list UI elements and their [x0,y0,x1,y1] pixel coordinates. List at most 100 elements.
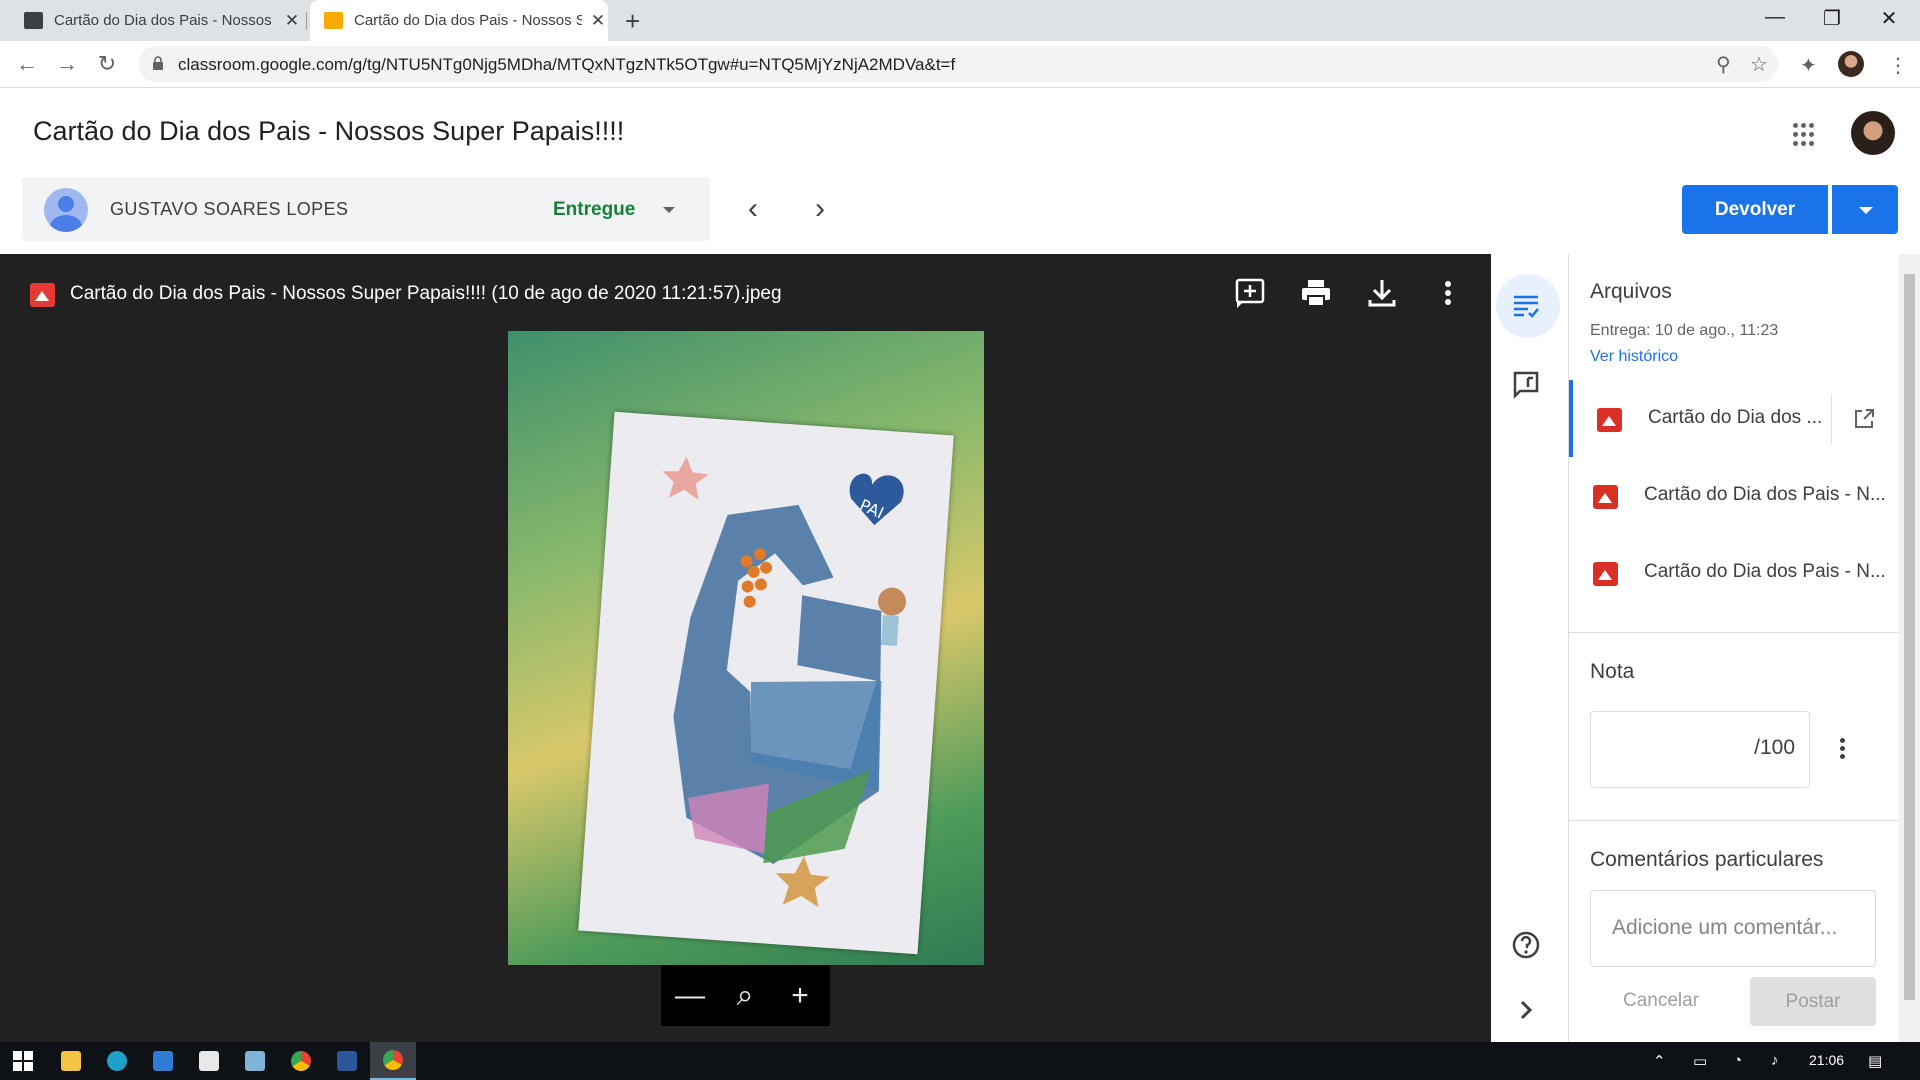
maximize-button[interactable]: ❐ [1809,6,1855,31]
reload-icon[interactable]: ↻ [92,51,122,77]
taskbar-clock[interactable]: 21:06 [1809,1052,1844,1068]
windows-start-icon[interactable] [0,1042,46,1080]
file-viewer: Cartão do Dia dos Pais - Nossos Super Pa… [0,254,1491,1042]
volume-icon[interactable]: ♪ [1771,1052,1779,1069]
zoom-out-icon[interactable]: — [670,979,710,1013]
submission-panel: Arquivos Entrega: 10 de ago., 11:23 Ver … [1569,254,1899,1042]
submitted-timestamp: Entrega: 10 de ago., 11:23 [1590,322,1779,339]
image-file-icon [1597,408,1622,432]
previous-student-button[interactable]: ‹ [738,192,768,226]
file-explorer-icon[interactable] [48,1042,94,1080]
print-icon[interactable] [1299,276,1333,310]
image-file-icon [30,283,55,307]
profile-avatar[interactable] [1838,51,1864,77]
dropdown-caret-icon[interactable] [663,207,675,213]
image-file-icon [1593,562,1618,586]
windows-taskbar: ⌃ ▭ ◔ ♪ 21:06 ▤ [0,1042,1920,1080]
assignment-files-icon[interactable] [1511,291,1541,321]
expand-panel-icon[interactable] [1511,995,1541,1025]
image-file-icon [1593,485,1618,509]
return-button[interactable]: Devolver [1682,185,1828,234]
side-rail [1491,254,1569,1042]
page-title: Cartão do Dia dos Pais - Nossos Super Pa… [33,116,625,146]
chrome-icon[interactable] [278,1042,324,1080]
grade-value: /100 [1754,736,1795,759]
extensions-icon[interactable]: ✦ [1800,53,1817,78]
zoom-controls: — ⌕ + [661,965,830,1026]
file-list-item[interactable]: Cartão do Dia dos Pais - N... [1569,457,1899,534]
zoom-fit-icon[interactable]: ⌕ [725,979,765,1013]
assignment-header: Cartão do Dia dos Pais - Nossos Super Pa… [0,88,1920,254]
browser-menu-icon[interactable]: ⋮ [1888,53,1908,78]
submission-status: Entregue [553,199,636,220]
mail-icon[interactable] [140,1042,186,1080]
comment-placeholder: Adicione um comentár... [1612,916,1838,939]
forward-icon[interactable]: → [52,51,82,77]
store-icon[interactable] [186,1042,232,1080]
file-name: Cartão do Dia dos ... [1648,407,1823,428]
browser-tab[interactable]: Cartão do Dia dos Pais - Nossos Super Pa… [24,0,302,41]
browser-tab-active[interactable]: Cartão do Dia dos Pais - Nossos Super Pa… [310,0,608,41]
tray-chevron-icon[interactable]: ⌃ [1653,1052,1666,1070]
new-tab-button[interactable]: + [625,6,640,37]
viewer-file-title: Cartão do Dia dos Pais - Nossos Super Pa… [70,283,782,304]
tab-title: Cartão do Dia dos Pais - Nossos Super Pa… [54,12,276,29]
card-paper: PAI [578,411,954,955]
add-comment-icon[interactable] [1233,276,1267,310]
divider [1569,820,1899,821]
more-vert-icon[interactable] [1431,276,1465,310]
back-icon[interactable]: ← [12,51,42,77]
divider [1569,632,1899,633]
private-comment-input[interactable]: Adicione um comentár... [1590,890,1876,967]
file-list-item[interactable]: Cartão do Dia dos Pais - N... [1569,534,1899,611]
next-student-button[interactable]: › [805,192,835,226]
grade-heading: Nota [1590,660,1635,683]
card-drawing: PAI [662,456,906,908]
view-history-link[interactable]: Ver histórico [1590,348,1678,366]
student-selector[interactable]: GUSTAVO SOARES LOPES Entregue [22,177,710,241]
file-list-item[interactable]: Cartão do Dia dos ... [1569,380,1899,457]
classroom-favicon-icon [24,12,43,29]
grade-input[interactable]: /100 [1590,711,1810,788]
browser-tab-strip: Cartão do Dia dos Pais - Nossos Super Pa… [0,0,1920,41]
notifications-icon[interactable]: ▤ [1868,1052,1882,1070]
return-options-button[interactable] [1832,185,1898,234]
chrome-profile-icon[interactable] [370,1042,416,1080]
zoom-icon[interactable]: ⚲ [1716,52,1731,77]
url-text: classroom.google.com/g/tg/NTU5NTg0Njg5MD… [178,55,956,74]
google-apps-icon[interactable] [1793,123,1817,147]
close-tab-icon[interactable]: ✕ [282,11,302,31]
files-heading: Arquivos [1590,280,1672,303]
cancel-button[interactable]: Cancelar [1606,990,1716,1012]
grade-more-icon[interactable] [1840,738,1846,759]
close-window-button[interactable]: ✕ [1866,6,1912,31]
submitted-card-photo: PAI [508,331,984,965]
file-name: Cartão do Dia dos Pais - N... [1644,484,1886,505]
scrollbar-thumb[interactable] [1904,274,1915,1000]
lock-icon [153,56,163,70]
word-icon[interactable] [324,1042,370,1080]
bookmark-star-icon[interactable]: ☆ [1750,52,1768,77]
open-in-new-icon [1855,409,1874,428]
close-tab-icon[interactable]: ✕ [588,11,608,31]
download-icon[interactable] [1365,276,1399,310]
zoom-in-icon[interactable]: + [780,979,820,1013]
account-avatar[interactable] [1851,111,1895,155]
minimize-button[interactable]: — [1752,6,1798,29]
edge-icon[interactable] [94,1042,140,1080]
browser-toolbar: ← → ↻ classroom.google.com/g/tg/NTU5NTg0… [0,41,1920,88]
private-comments-heading: Comentários particulares [1590,848,1824,871]
battery-icon[interactable]: ▭ [1693,1052,1707,1070]
tab-separator [306,12,307,30]
network-icon[interactable]: ◔ [1733,1052,1742,1069]
student-avatar [44,188,88,232]
help-icon[interactable] [1511,930,1541,960]
panel-scrollbar[interactable] [1899,254,1920,1042]
feedback-icon[interactable] [1511,370,1541,400]
file-name: Cartão do Dia dos Pais - N... [1644,561,1886,582]
address-bar[interactable]: classroom.google.com/g/tg/NTU5NTg0Njg5MD… [138,46,1778,82]
post-button[interactable]: Postar [1750,977,1876,1026]
app-icon[interactable] [232,1042,278,1080]
open-in-new-button[interactable] [1831,394,1891,444]
student-name: GUSTAVO SOARES LOPES [110,199,349,219]
